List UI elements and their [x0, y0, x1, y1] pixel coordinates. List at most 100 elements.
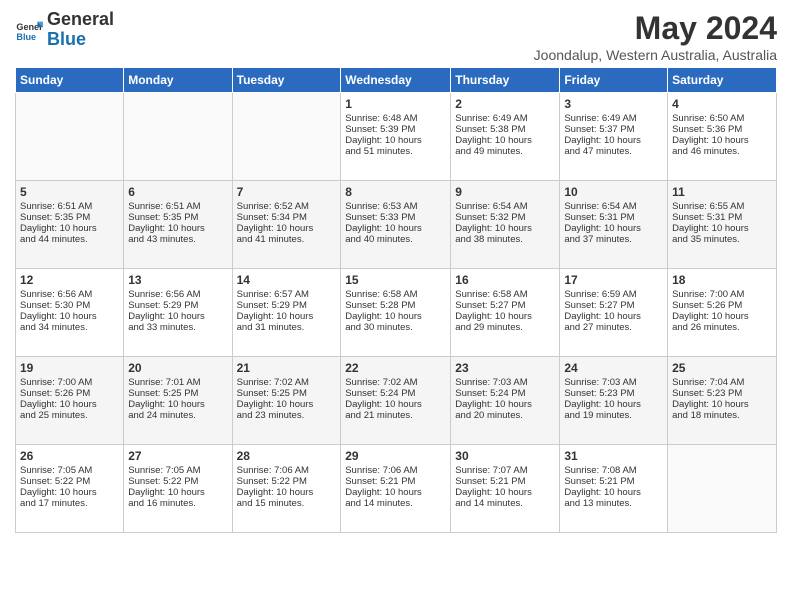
- day-info: Daylight: 10 hours: [128, 487, 227, 498]
- day-info: Sunrise: 7:02 AM: [237, 377, 337, 388]
- day-number: 7: [237, 185, 337, 199]
- day-info: and 14 minutes.: [455, 498, 555, 509]
- day-cell: 30Sunrise: 7:07 AMSunset: 5:21 PMDayligh…: [451, 445, 560, 533]
- day-info: and 15 minutes.: [237, 498, 337, 509]
- day-cell: 20Sunrise: 7:01 AMSunset: 5:25 PMDayligh…: [124, 357, 232, 445]
- day-info: Daylight: 10 hours: [20, 487, 119, 498]
- day-number: 2: [455, 97, 555, 111]
- day-info: and 43 minutes.: [128, 234, 227, 245]
- day-info: Sunset: 5:23 PM: [564, 388, 663, 399]
- day-info: Sunset: 5:39 PM: [345, 124, 446, 135]
- day-info: Daylight: 10 hours: [455, 487, 555, 498]
- day-info: and 14 minutes.: [345, 498, 446, 509]
- day-info: Daylight: 10 hours: [345, 487, 446, 498]
- title-block: May 2024 Joondalup, Western Australia, A…: [534, 10, 777, 63]
- day-cell: 5Sunrise: 6:51 AMSunset: 5:35 PMDaylight…: [16, 181, 124, 269]
- day-info: Sunrise: 7:05 AM: [128, 465, 227, 476]
- day-info: and 29 minutes.: [455, 322, 555, 333]
- dow-cell-wednesday: Wednesday: [341, 68, 451, 93]
- day-info: Daylight: 10 hours: [564, 311, 663, 322]
- day-number: 28: [237, 449, 337, 463]
- day-cell: 19Sunrise: 7:00 AMSunset: 5:26 PMDayligh…: [16, 357, 124, 445]
- day-cell: [124, 93, 232, 181]
- day-cell: 24Sunrise: 7:03 AMSunset: 5:23 PMDayligh…: [560, 357, 668, 445]
- day-info: Sunset: 5:29 PM: [128, 300, 227, 311]
- day-info: Sunrise: 6:56 AM: [20, 289, 119, 300]
- day-info: Sunset: 5:22 PM: [237, 476, 337, 487]
- day-cell: 1Sunrise: 6:48 AMSunset: 5:39 PMDaylight…: [341, 93, 451, 181]
- day-number: 4: [672, 97, 772, 111]
- day-info: and 20 minutes.: [455, 410, 555, 421]
- day-info: and 19 minutes.: [564, 410, 663, 421]
- dow-cell-monday: Monday: [124, 68, 232, 93]
- day-info: and 49 minutes.: [455, 146, 555, 157]
- day-info: Sunset: 5:28 PM: [345, 300, 446, 311]
- day-info: Sunrise: 7:04 AM: [672, 377, 772, 388]
- day-cell: 21Sunrise: 7:02 AMSunset: 5:25 PMDayligh…: [232, 357, 341, 445]
- day-info: Sunset: 5:24 PM: [345, 388, 446, 399]
- svg-text:Blue: Blue: [16, 32, 36, 42]
- day-info: Sunrise: 6:55 AM: [672, 201, 772, 212]
- day-info: Sunset: 5:31 PM: [564, 212, 663, 223]
- day-info: Sunrise: 7:01 AM: [128, 377, 227, 388]
- day-cell: [668, 445, 777, 533]
- dow-cell-friday: Friday: [560, 68, 668, 93]
- day-info: Daylight: 10 hours: [455, 135, 555, 146]
- day-cell: 28Sunrise: 7:06 AMSunset: 5:22 PMDayligh…: [232, 445, 341, 533]
- day-number: 23: [455, 361, 555, 375]
- day-cell: 13Sunrise: 6:56 AMSunset: 5:29 PMDayligh…: [124, 269, 232, 357]
- day-info: Sunset: 5:26 PM: [672, 300, 772, 311]
- day-info: Sunset: 5:21 PM: [345, 476, 446, 487]
- day-cell: 18Sunrise: 7:00 AMSunset: 5:26 PMDayligh…: [668, 269, 777, 357]
- day-info: and 40 minutes.: [345, 234, 446, 245]
- day-info: and 23 minutes.: [237, 410, 337, 421]
- day-number: 6: [128, 185, 227, 199]
- day-of-week-header: SundayMondayTuesdayWednesdayThursdayFrid…: [16, 68, 777, 93]
- day-info: Daylight: 10 hours: [672, 399, 772, 410]
- logo-text: GeneralBlue: [47, 10, 114, 50]
- day-info: Sunrise: 6:58 AM: [345, 289, 446, 300]
- day-info: and 34 minutes.: [20, 322, 119, 333]
- day-cell: 31Sunrise: 7:08 AMSunset: 5:21 PMDayligh…: [560, 445, 668, 533]
- day-info: Sunset: 5:21 PM: [564, 476, 663, 487]
- day-cell: 27Sunrise: 7:05 AMSunset: 5:22 PMDayligh…: [124, 445, 232, 533]
- day-info: Sunset: 5:25 PM: [237, 388, 337, 399]
- month-title: May 2024: [534, 10, 777, 47]
- day-number: 18: [672, 273, 772, 287]
- day-info: Sunset: 5:22 PM: [20, 476, 119, 487]
- day-info: Sunrise: 7:08 AM: [564, 465, 663, 476]
- day-cell: 15Sunrise: 6:58 AMSunset: 5:28 PMDayligh…: [341, 269, 451, 357]
- day-cell: 3Sunrise: 6:49 AMSunset: 5:37 PMDaylight…: [560, 93, 668, 181]
- day-info: and 38 minutes.: [455, 234, 555, 245]
- day-info: Daylight: 10 hours: [564, 135, 663, 146]
- day-cell: 8Sunrise: 6:53 AMSunset: 5:33 PMDaylight…: [341, 181, 451, 269]
- day-info: Daylight: 10 hours: [237, 223, 337, 234]
- day-cell: 12Sunrise: 6:56 AMSunset: 5:30 PMDayligh…: [16, 269, 124, 357]
- day-cell: 29Sunrise: 7:06 AMSunset: 5:21 PMDayligh…: [341, 445, 451, 533]
- day-info: Daylight: 10 hours: [672, 223, 772, 234]
- day-number: 11: [672, 185, 772, 199]
- day-info: Daylight: 10 hours: [564, 399, 663, 410]
- day-info: and 17 minutes.: [20, 498, 119, 509]
- day-cell: 26Sunrise: 7:05 AMSunset: 5:22 PMDayligh…: [16, 445, 124, 533]
- day-number: 19: [20, 361, 119, 375]
- day-number: 30: [455, 449, 555, 463]
- day-cell: 16Sunrise: 6:58 AMSunset: 5:27 PMDayligh…: [451, 269, 560, 357]
- day-cell: [232, 93, 341, 181]
- day-number: 17: [564, 273, 663, 287]
- day-info: Sunset: 5:34 PM: [237, 212, 337, 223]
- day-number: 8: [345, 185, 446, 199]
- day-info: Sunrise: 7:07 AM: [455, 465, 555, 476]
- dow-cell-saturday: Saturday: [668, 68, 777, 93]
- day-cell: 9Sunrise: 6:54 AMSunset: 5:32 PMDaylight…: [451, 181, 560, 269]
- day-info: Sunset: 5:38 PM: [455, 124, 555, 135]
- day-info: Sunrise: 6:48 AM: [345, 113, 446, 124]
- day-info: Daylight: 10 hours: [128, 223, 227, 234]
- day-info: Sunrise: 7:06 AM: [237, 465, 337, 476]
- day-info: Sunset: 5:31 PM: [672, 212, 772, 223]
- day-cell: 14Sunrise: 6:57 AMSunset: 5:29 PMDayligh…: [232, 269, 341, 357]
- day-cell: 4Sunrise: 6:50 AMSunset: 5:36 PMDaylight…: [668, 93, 777, 181]
- day-info: Sunrise: 6:49 AM: [564, 113, 663, 124]
- day-info: Sunset: 5:33 PM: [345, 212, 446, 223]
- day-cell: 2Sunrise: 6:49 AMSunset: 5:38 PMDaylight…: [451, 93, 560, 181]
